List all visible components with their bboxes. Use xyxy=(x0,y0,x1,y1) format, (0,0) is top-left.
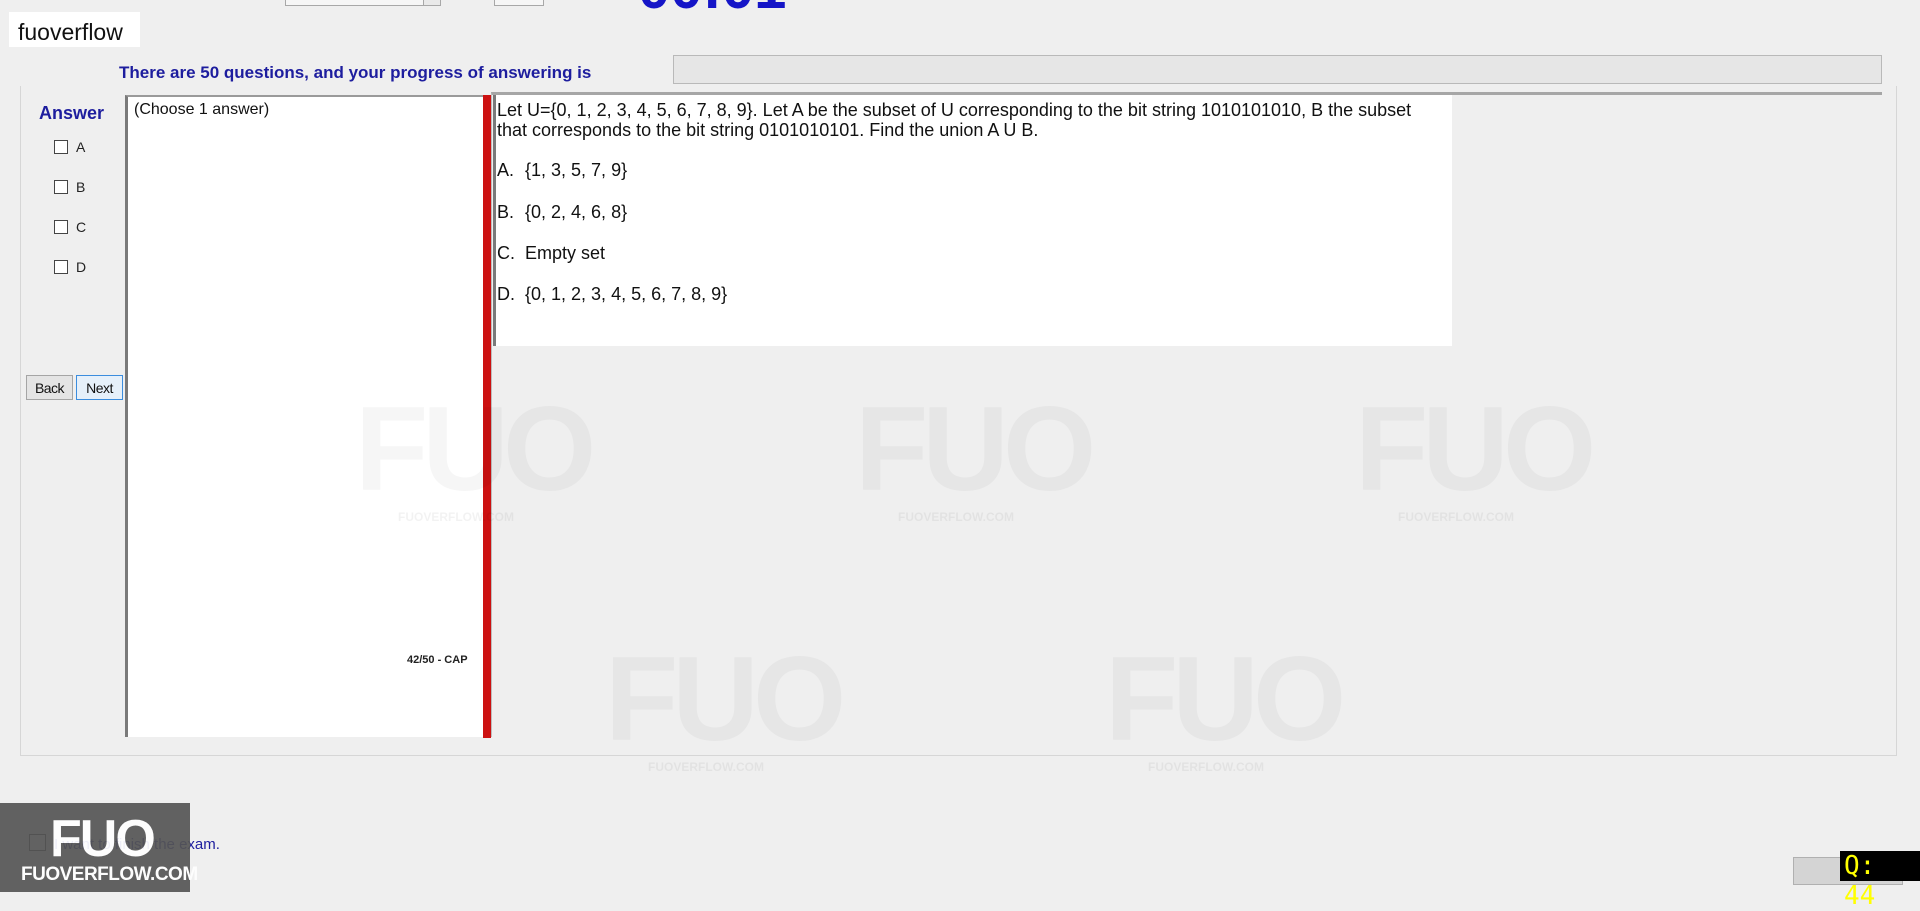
watermark-corner-mark: FUO xyxy=(50,810,156,868)
combo-arrow-icon[interactable] xyxy=(423,0,440,5)
checkbox[interactable] xyxy=(54,220,68,234)
checkbox[interactable] xyxy=(54,180,68,194)
answer-text: {1, 3, 5, 7, 9} xyxy=(525,160,628,180)
answer-option-c[interactable]: C xyxy=(54,218,86,236)
watermark-corner-logo: FUO FUOVERFLOW.COM xyxy=(0,803,198,892)
watermark-site: FUOVERFLOW.COM xyxy=(648,760,764,774)
answer-letter: A. xyxy=(497,160,515,180)
progress-label: There are 50 questions, and your progres… xyxy=(119,63,592,82)
option-label: C xyxy=(76,219,87,235)
option-label: A xyxy=(76,139,86,155)
progress-bar xyxy=(673,55,1882,84)
question-text: Let U={0, 1, 2, 3, 4, 5, 6, 7, 8, 9}. Le… xyxy=(497,100,1412,140)
choose-instruction: (Choose 1 answer) xyxy=(134,101,270,118)
answer-option-a[interactable]: A xyxy=(54,138,85,156)
checkbox[interactable] xyxy=(54,140,68,154)
answer-option-b[interactable]: B xyxy=(54,178,85,196)
watermark-site: FUOVERFLOW.COM xyxy=(1148,760,1264,774)
top-small-field[interactable] xyxy=(494,0,544,6)
answer-letter: C. xyxy=(497,243,515,263)
watermark-site: FUOVERFLOW.COM xyxy=(1398,510,1514,524)
answer-choice-b: B. {0, 2, 4, 6, 8} xyxy=(497,202,627,223)
watermark-logo: FUO xyxy=(1355,380,1590,518)
checkbox[interactable] xyxy=(54,260,68,274)
back-button[interactable]: Back xyxy=(26,375,73,400)
option-label: D xyxy=(76,259,87,275)
watermark-site: FUOVERFLOW.COM xyxy=(398,510,514,524)
brand-label: fuoverflow xyxy=(18,19,123,45)
answer-text: {0, 2, 4, 6, 8} xyxy=(525,202,628,222)
answer-text: Empty set xyxy=(525,243,606,263)
watermark-logo: FUO xyxy=(1105,630,1340,768)
answer-letter: B. xyxy=(497,202,515,222)
answer-choice-a: A. {1, 3, 5, 7, 9} xyxy=(497,160,627,181)
top-combo-box[interactable] xyxy=(285,0,441,6)
watermark-logo: FUO xyxy=(355,380,590,518)
answer-text: {0, 1, 2, 3, 4, 5, 6, 7, 8, 9} xyxy=(525,284,728,304)
watermark-logo: FUO xyxy=(605,630,840,768)
watermark-corner-site: FUOVERFLOW.COM xyxy=(21,864,198,885)
watermark-site: FUOVERFLOW.COM xyxy=(898,510,1014,524)
answer-choice-c: C. Empty set xyxy=(497,243,605,264)
next-button[interactable]: Next xyxy=(76,375,123,400)
exam-timer: 00:01 xyxy=(638,0,786,18)
question-code: 42/50 - CAP xyxy=(407,654,468,666)
watermark-logo: FUO xyxy=(855,380,1090,518)
answer-choice-d: D. {0, 1, 2, 3, 4, 5, 6, 7, 8, 9} xyxy=(497,284,727,305)
option-label: B xyxy=(76,179,86,195)
answer-title: Answer xyxy=(39,103,105,123)
question-counter: Q: 44 xyxy=(1840,851,1920,911)
answer-option-d[interactable]: D xyxy=(54,258,86,276)
answer-letter: D. xyxy=(497,284,515,304)
